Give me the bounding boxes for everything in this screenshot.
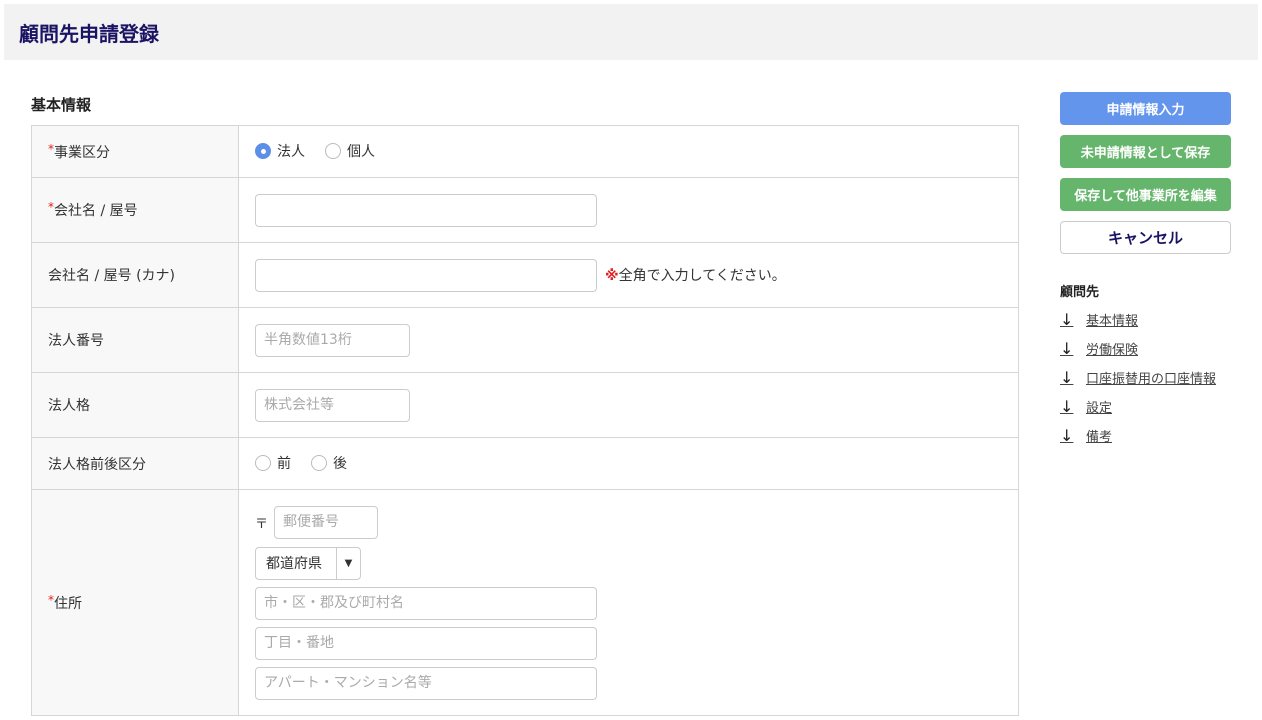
nav-link-settings[interactable]: ↓ 設定 (1060, 397, 1231, 416)
radio-icon (325, 142, 341, 159)
corporate-number-input[interactable]: 半角数値13桁 (255, 323, 410, 357)
radio-icon (255, 454, 271, 471)
nav-link-notes[interactable]: ↓ 備考 (1060, 426, 1231, 445)
arrow-down-icon: ↓ (1060, 368, 1074, 387)
arrow-down-icon: ↓ (1060, 339, 1074, 358)
corporate-type-input[interactable]: 株式会社等 (255, 388, 410, 422)
radio-label: 個人 (347, 143, 375, 160)
radio-after[interactable]: 後 (311, 453, 347, 473)
nav-label: 労働保険 (1086, 343, 1139, 358)
radio-label: 後 (333, 455, 347, 472)
radio-individual[interactable]: 個人 (325, 141, 375, 161)
nav-link-bank-account[interactable]: ↓ 口座振替用の口座情報 (1060, 368, 1231, 387)
chevron-down-icon: ▼ (336, 547, 360, 579)
cancel-button[interactable]: キャンセル (1060, 221, 1231, 254)
side-panel: 申請情報入力 未申請情報として保存 保存して他事業所を編集 キャンセル 顧問先 … (1060, 92, 1231, 445)
building-input[interactable]: アパート・マンション名等 (255, 666, 597, 700)
enter-application-button[interactable]: 申請情報入力 (1060, 92, 1231, 125)
label-zengo: 法人格前後区分 (48, 456, 146, 473)
radio-label: 法人 (277, 143, 305, 160)
nav-link-basic[interactable]: ↓ 基本情報 (1060, 310, 1231, 329)
section-nav: ↓ 基本情報 ↓ 労働保険 ↓ 口座振替用の口座情報 ↓ 設定 ↓ 備考 (1060, 310, 1231, 445)
postal-code-input[interactable]: 郵便番号 (274, 505, 378, 539)
nav-label: 基本情報 (1086, 314, 1139, 329)
prefecture-select[interactable]: 都道府県 ▼ (255, 546, 361, 580)
page-header: 顧問先申請登録 (4, 4, 1258, 60)
note-mark: ※ (605, 268, 619, 284)
company-name-input[interactable] (255, 193, 597, 227)
kana-note: ※全角で入力してください。 (605, 265, 786, 285)
label-number: 法人番号 (48, 333, 104, 349)
radio-checked-icon (255, 142, 271, 159)
nav-title: 顧問先 (1060, 285, 1100, 300)
label-jigyo: 事業区分 (54, 144, 110, 161)
city-input[interactable]: 市・区・郡及び町村名 (255, 586, 597, 620)
nav-label: 備考 (1086, 430, 1113, 445)
label-address: 住所 (54, 595, 82, 612)
company-kana-input[interactable] (255, 258, 597, 292)
radio-label: 前 (277, 455, 291, 472)
basic-info-form: *事業区分 法人 個人 *会社名 / 屋号 会社名 / 屋号 (カナ) ※全角で入… (31, 125, 1019, 716)
postal-mark: 〒 (255, 516, 269, 532)
nav-label: 設定 (1086, 401, 1113, 416)
radio-icon (311, 454, 327, 471)
page-title: 顧問先申請登録 (19, 22, 159, 46)
nav-label: 口座振替用の口座情報 (1086, 372, 1217, 387)
street-input[interactable]: 丁目・番地 (255, 626, 597, 660)
save-and-edit-other-button[interactable]: 保存して他事業所を編集 (1060, 178, 1231, 211)
nav-link-labor-insurance[interactable]: ↓ 労働保険 (1060, 339, 1231, 358)
radio-corporation[interactable]: 法人 (255, 141, 305, 161)
select-value: 都道府県 (266, 556, 322, 572)
arrow-down-icon: ↓ (1060, 310, 1074, 329)
arrow-down-icon: ↓ (1060, 426, 1074, 445)
label-kaku: 法人格 (48, 398, 90, 414)
label-kana: 会社名 / 屋号 (カナ) (48, 268, 175, 284)
arrow-down-icon: ↓ (1060, 397, 1074, 416)
radio-before[interactable]: 前 (255, 453, 291, 473)
section-title: 基本情報 (31, 96, 92, 114)
save-unapplied-button[interactable]: 未申請情報として保存 (1060, 135, 1231, 168)
note-text: 全角で入力してください。 (618, 268, 786, 284)
label-name: 会社名 / 屋号 (54, 203, 138, 219)
